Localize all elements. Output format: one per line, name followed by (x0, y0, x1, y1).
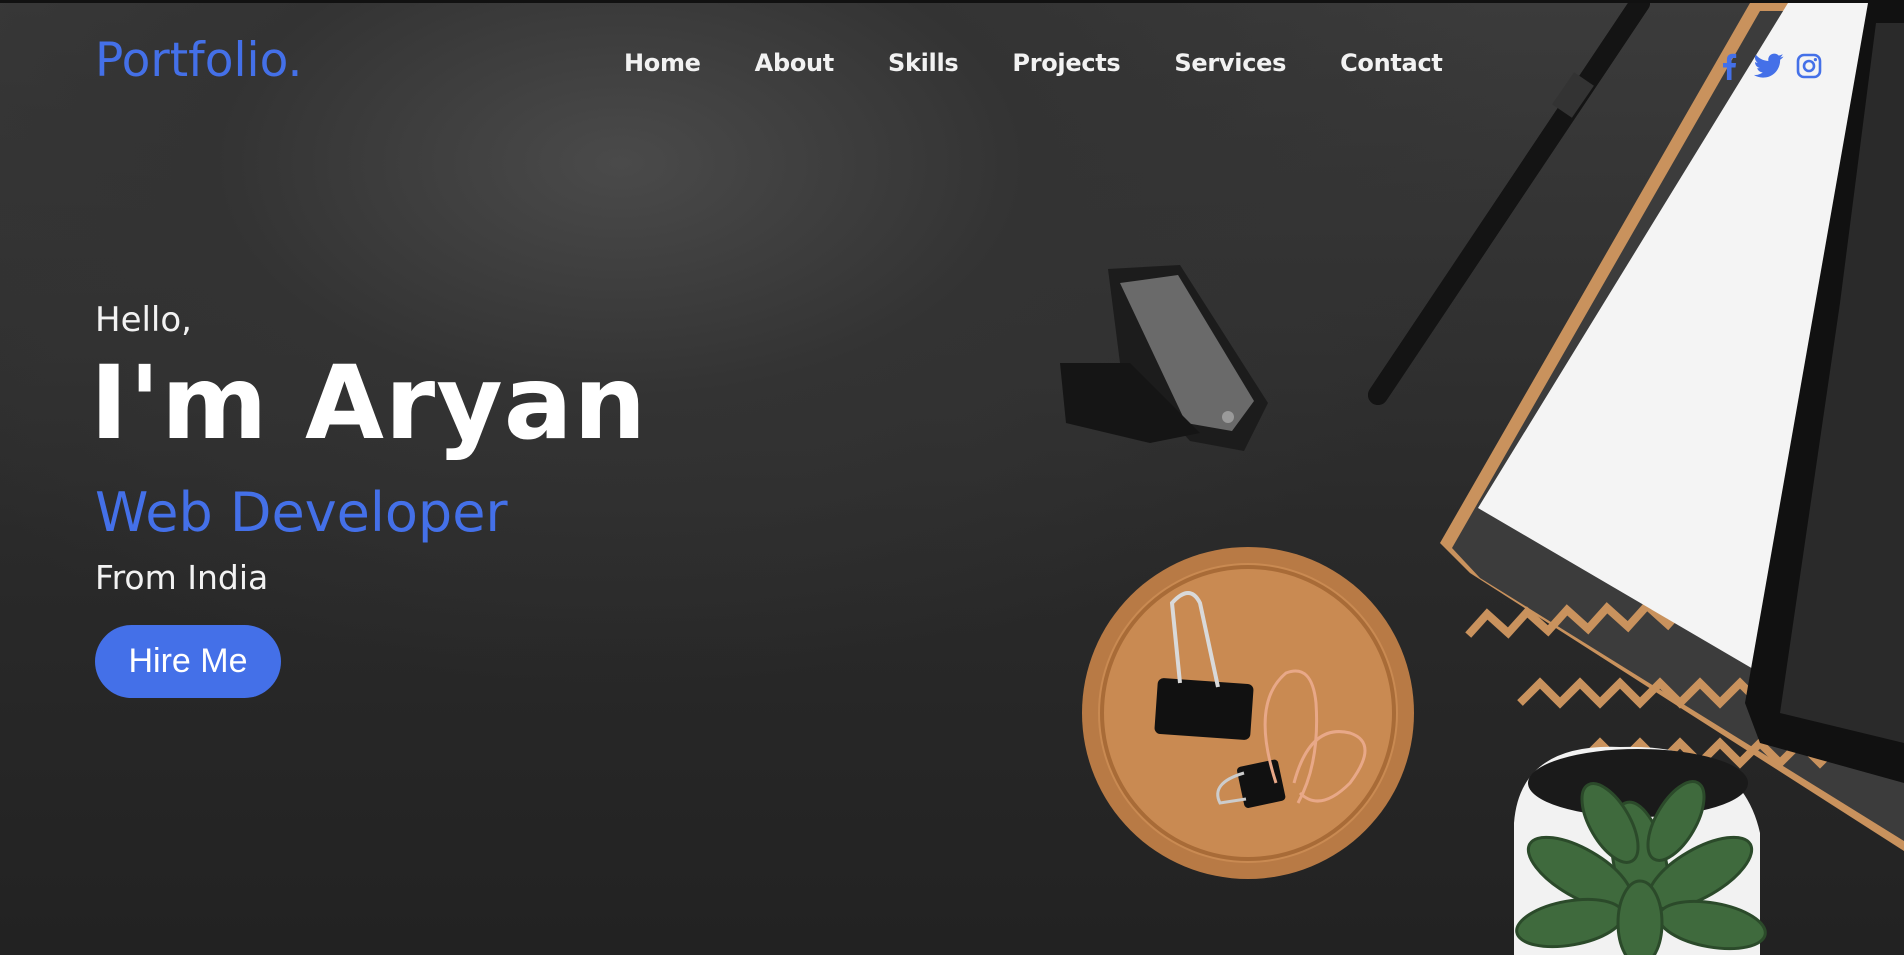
hero-origin: From India (95, 558, 269, 597)
cork-tray-image (1082, 547, 1414, 879)
hero-role: Web Developer (95, 481, 508, 544)
nav-link-contact[interactable]: Contact (1340, 49, 1443, 77)
logo-link[interactable]: Portfolio. (95, 33, 302, 88)
nav-link-skills[interactable]: Skills (888, 49, 959, 77)
hire-me-button[interactable]: Hire Me (95, 625, 281, 698)
hero-page: Portfolio. Home About Skills Projects Se… (0, 0, 1904, 955)
twitter-icon[interactable] (1754, 51, 1784, 81)
clipboard-image (1440, 3, 1904, 851)
greeting-text: Hello, (95, 300, 192, 340)
main-nav: Home About Skills Projects Services Cont… (624, 49, 1443, 77)
staple-remover-image (1060, 265, 1268, 451)
nav-link-about[interactable]: About (755, 49, 835, 77)
instagram-icon[interactable] (1794, 51, 1824, 81)
hero-name: I'm Aryan (90, 344, 648, 463)
desk-background-image (1060, 3, 1904, 955)
social-links (1714, 51, 1824, 81)
facebook-icon[interactable] (1714, 51, 1744, 81)
nav-link-services[interactable]: Services (1174, 49, 1286, 77)
nav-link-home[interactable]: Home (624, 49, 701, 77)
succulent-plant-image (1514, 746, 1767, 955)
nav-link-projects[interactable]: Projects (1012, 49, 1120, 77)
